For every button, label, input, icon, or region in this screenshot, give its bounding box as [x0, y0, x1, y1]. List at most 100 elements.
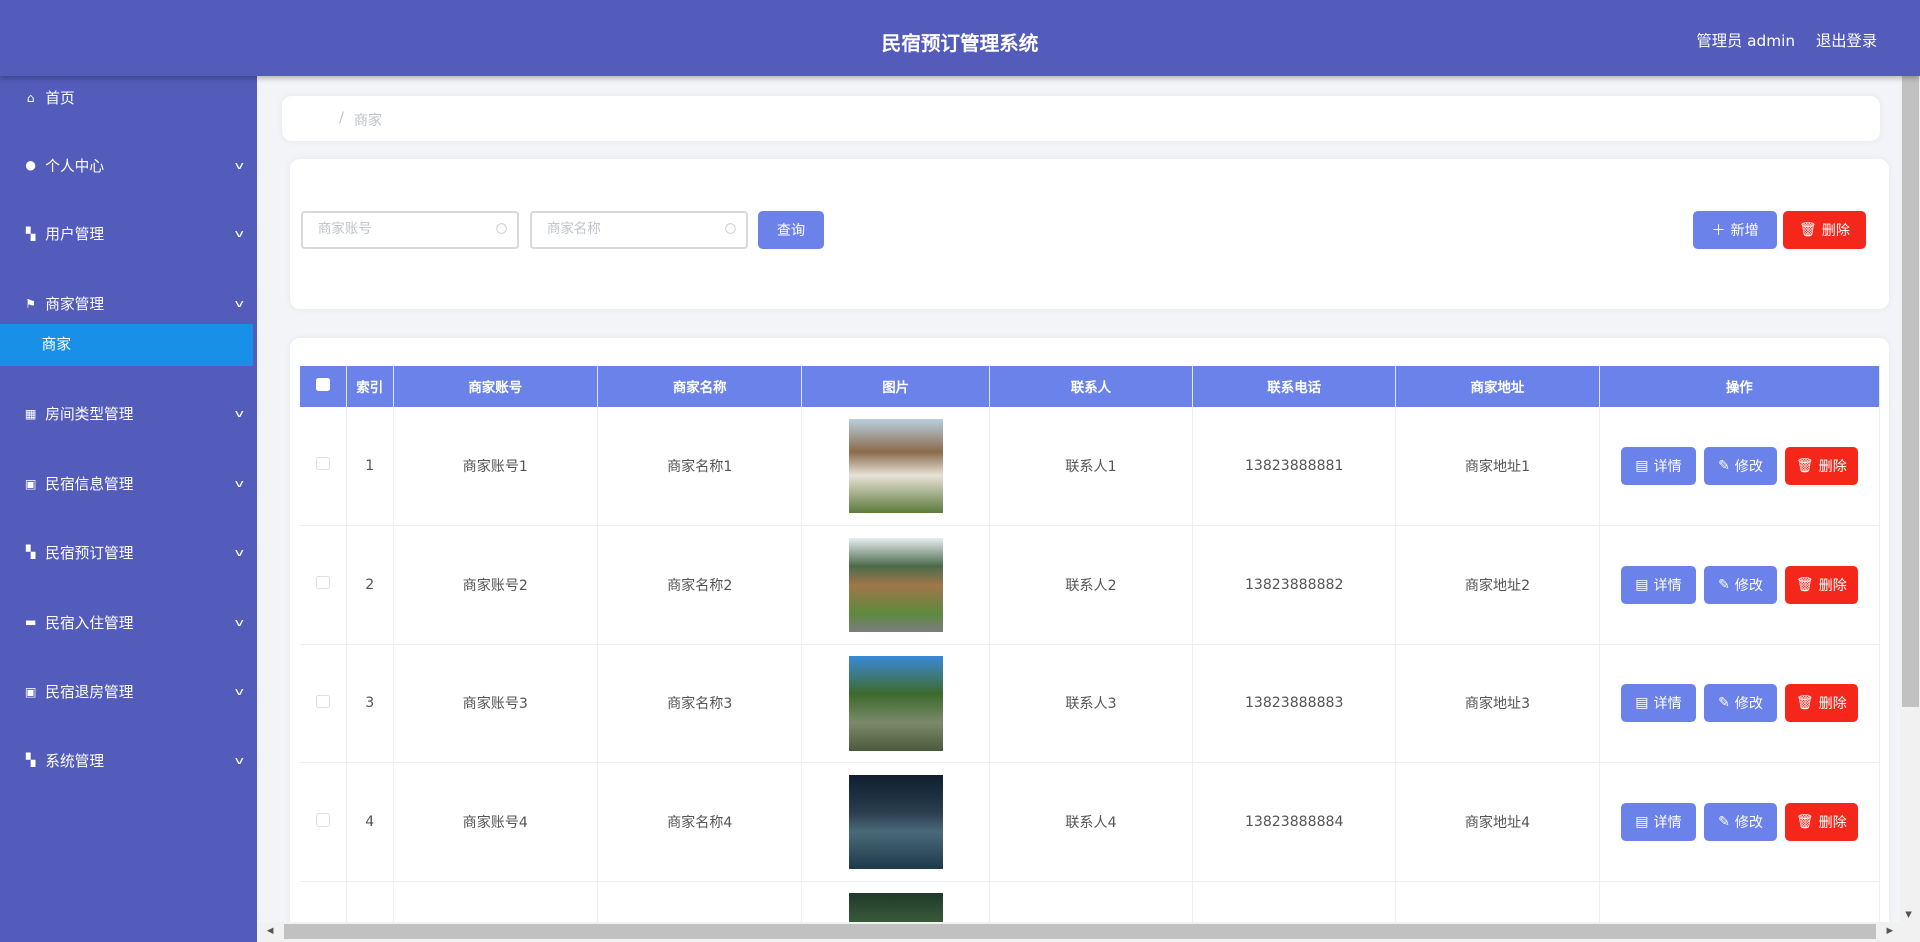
- wallet-icon: ▬: [24, 615, 37, 630]
- detail-label: 详情: [1653, 458, 1682, 475]
- table-row: [299, 881, 1880, 923]
- sidebar-item-4[interactable]: ▦ 房间类型管理 v: [0, 392, 257, 436]
- trash-icon: 🗑: [1795, 814, 1814, 831]
- chevron-down-icon[interactable]: v: [235, 227, 244, 240]
- sidebar-item-3[interactable]: ⚑ 商家管理 v: [0, 282, 257, 326]
- delete-button[interactable]: 🗑 删除: [1784, 803, 1859, 842]
- add-button[interactable]: ＋新增: [1693, 210, 1777, 249]
- detail-button[interactable]: ▤ 详情: [1620, 446, 1697, 485]
- scroll-left-icon[interactable]: ◀: [267, 926, 274, 936]
- logout-link[interactable]: 退出登录: [1816, 29, 1877, 51]
- bulk-delete-button[interactable]: 🗑 删除: [1782, 210, 1867, 249]
- sidebar-item-8[interactable]: ▣ 民宿退房管理 v: [0, 670, 257, 714]
- chevron-down-icon[interactable]: v: [235, 546, 244, 559]
- sidebar-subitem-merchant[interactable]: 商家: [0, 324, 254, 367]
- address-cell: 商家地址4: [1395, 762, 1600, 883]
- row-select-cell[interactable]: [299, 881, 347, 923]
- chevron-down-icon[interactable]: v: [235, 297, 244, 310]
- row-checkbox[interactable]: [316, 694, 330, 709]
- name-search-input[interactable]: [532, 212, 716, 246]
- horizontal-scrollbar[interactable]: ◀ ▶: [257, 922, 1920, 942]
- row-select-cell[interactable]: [299, 762, 347, 883]
- index-cell: 3: [346, 644, 394, 764]
- sidebar-item-7[interactable]: ▬ 民宿入住管理 v: [0, 600, 257, 644]
- name-cell: 商家名称3: [597, 644, 803, 764]
- name-search-field[interactable]: ○: [530, 210, 749, 249]
- detail-button[interactable]: ▤ 详情: [1620, 565, 1697, 604]
- row-select-cell[interactable]: [299, 525, 347, 645]
- row-checkbox[interactable]: [316, 456, 330, 471]
- breadcrumb-separator: /: [339, 110, 344, 127]
- sidebar-item-1[interactable]: ● 个人中心 v: [0, 143, 257, 187]
- detail-label: 详情: [1653, 577, 1682, 594]
- contact-cell: [989, 881, 1194, 923]
- delete-button[interactable]: 🗑 删除: [1784, 446, 1859, 485]
- edit-label: 修改: [1734, 815, 1763, 832]
- detail-button[interactable]: ▤ 详情: [1620, 803, 1697, 842]
- merchant-image: [848, 418, 943, 513]
- edit-button[interactable]: ✎ 修改: [1703, 803, 1778, 842]
- chevron-down-icon[interactable]: v: [235, 477, 244, 490]
- trash-icon: 🗑: [1799, 221, 1817, 238]
- phone-cell: 13823888884: [1192, 762, 1397, 883]
- scrollbar-thumb[interactable]: [284, 924, 1876, 940]
- clipboard-check-icon: ▣: [24, 684, 37, 699]
- scrollbar-thumb[interactable]: [1901, 75, 1919, 707]
- sidebar-item-2[interactable]: ▚ 用户管理 v: [0, 212, 257, 256]
- merchant-image: [848, 775, 943, 870]
- index-cell: 2: [346, 525, 394, 645]
- row-select-cell[interactable]: [299, 644, 347, 764]
- address-cell: 商家地址1: [1395, 406, 1600, 526]
- chevron-down-icon[interactable]: v: [235, 616, 244, 629]
- scroll-right-icon[interactable]: ▶: [1886, 926, 1893, 936]
- trash-icon: 🗑: [1795, 695, 1814, 712]
- actions-cell: ▤ 详情 ✎ 修改 🗑 删除: [1599, 762, 1880, 883]
- table-row: 2 商家账号2 商家名称2 联系人2 13823888882 商家地址2 ▤ 详情…: [299, 525, 1880, 645]
- query-button[interactable]: 查询: [757, 210, 825, 249]
- account-cell: [393, 881, 598, 923]
- chevron-down-icon[interactable]: v: [235, 685, 244, 698]
- row-checkbox[interactable]: [316, 575, 330, 590]
- delete-button[interactable]: 🗑 删除: [1784, 684, 1859, 723]
- image-cell: [801, 406, 990, 526]
- scroll-down-icon[interactable]: ▼: [1905, 910, 1912, 920]
- sidebar-item-label: 民宿信息管理: [45, 476, 134, 494]
- sidebar-item-label: 商家管理: [45, 296, 105, 314]
- edit-button[interactable]: ✎ 修改: [1703, 446, 1778, 485]
- row-checkbox[interactable]: [316, 813, 330, 827]
- actions-cell: [1599, 881, 1880, 923]
- select-all-header[interactable]: [299, 366, 347, 407]
- sidebar-item-9[interactable]: ▚ 系统管理 v: [0, 738, 257, 782]
- edit-button[interactable]: ✎ 修改: [1703, 565, 1778, 604]
- address-cell: 商家地址3: [1395, 644, 1600, 764]
- table-row: 4 商家账号4 商家名称4 联系人4 13823888884 商家地址4 ▤ 详情…: [299, 762, 1880, 883]
- chevron-down-icon[interactable]: v: [235, 407, 244, 420]
- phone-cell: [1192, 881, 1397, 923]
- chevron-down-icon[interactable]: v: [235, 159, 244, 172]
- delete-button[interactable]: 🗑 删除: [1784, 565, 1859, 604]
- table-row: 3 商家账号3 商家名称3 联系人3 13823888883 商家地址3 ▤ 详情…: [299, 644, 1880, 764]
- contact-cell: 联系人4: [989, 762, 1194, 883]
- edit-button[interactable]: ✎ 修改: [1703, 684, 1778, 723]
- vertical-scrollbar[interactable]: ▼: [1900, 75, 1920, 923]
- row-select-cell[interactable]: [299, 406, 347, 526]
- merchant-image: [848, 656, 943, 751]
- sidebar-item-label: 系统管理: [45, 752, 105, 770]
- account-search-field[interactable]: ○: [301, 210, 520, 249]
- select-all-checkbox[interactable]: [316, 377, 330, 392]
- column-header: 商家账号: [393, 366, 598, 407]
- pencil-icon: ✎: [1718, 814, 1730, 831]
- pencil-icon: ✎: [1718, 457, 1730, 474]
- document-icon: ▤: [1635, 695, 1649, 712]
- chevron-down-icon[interactable]: v: [235, 754, 244, 767]
- sidebar-item-6[interactable]: ▚ 民宿预订管理 v: [0, 530, 257, 574]
- delete-label: 删除: [1818, 815, 1847, 832]
- account-cell: 商家账号4: [393, 762, 598, 883]
- column-header: 图片: [801, 366, 990, 407]
- sidebar-item-0[interactable]: ⌂ 首页: [0, 76, 257, 120]
- column-header: 商家地址: [1395, 366, 1600, 407]
- sidebar-item-5[interactable]: ▣ 民宿信息管理 v: [0, 462, 257, 506]
- account-search-input[interactable]: [303, 212, 487, 246]
- detail-button[interactable]: ▤ 详情: [1620, 684, 1697, 723]
- address-cell: 商家地址2: [1395, 525, 1600, 645]
